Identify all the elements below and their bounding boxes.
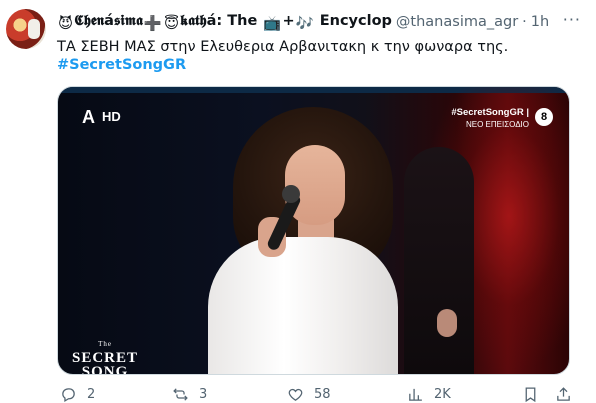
plus-emoji-icon: ➕ bbox=[143, 15, 162, 32]
tweet-card[interactable]: 😈𝕮𝖍𝖊𝖓á𝖘𝖎𝖒𝖆➕ 😇𝖐𝖆𝖙𝖍á: The 📺+🎶 Encyclop @tha… bbox=[0, 0, 596, 403]
display-name-text-2: 𝖐𝖆𝖙𝖍á: The bbox=[180, 12, 258, 29]
devil-emoji-icon: 😈 bbox=[58, 15, 74, 32]
show-logo-the: The bbox=[98, 340, 112, 348]
tweet-header: 😈𝕮𝖍𝖊𝖓á𝖘𝖎𝖒𝖆➕ 😇𝖐𝖆𝖙𝖍á: The 📺+🎶 Encyclop @tha… bbox=[57, 10, 587, 32]
background-person-hand bbox=[437, 309, 457, 337]
views-button[interactable]: 2K bbox=[407, 386, 451, 403]
age-rating-badge: 8 bbox=[535, 108, 553, 126]
display-name-text: 𝕮𝖍𝖊𝖓á𝖘𝖎𝖒𝖆 bbox=[74, 12, 143, 29]
show-logo-line2: SONG bbox=[81, 364, 129, 375]
timestamp[interactable]: 1h bbox=[531, 14, 549, 30]
tweet-text: ΤΑ ΣΕΒΗ ΜΑΣ στην Ελευθερια Αρβανιτακη κ … bbox=[57, 39, 509, 55]
share-icon bbox=[557, 387, 570, 401]
plus-text: + bbox=[282, 12, 295, 29]
bookmark-button[interactable] bbox=[522, 386, 549, 403]
channel-logo: A bbox=[82, 107, 95, 127]
channel-hd-label: HD bbox=[102, 109, 121, 124]
tv-emoji-icon: 📺 bbox=[263, 15, 282, 32]
separator-dot: · bbox=[522, 14, 527, 30]
bookmark-icon bbox=[525, 387, 536, 403]
singer-white-shirt bbox=[208, 237, 398, 374]
tweet-media-image[interactable]: A HD #SecretSongGR | ΝΕΟ ΕΠΕΙΣΟΔΙΟ 8 The… bbox=[57, 86, 570, 375]
tv-hashtag-overlay: #SecretSongGR | ΝΕΟ ΕΠΕΙΣΟΔΙΟ bbox=[451, 107, 529, 131]
tv-hashtag-line: #SecretSongGR | bbox=[451, 107, 529, 118]
hashtag-link[interactable]: #SecretSongGR bbox=[57, 57, 186, 73]
halo-emoji-icon: 😇 bbox=[163, 15, 180, 32]
microphone-head bbox=[282, 185, 300, 203]
show-logo-line1: SECRET bbox=[72, 350, 139, 366]
avatar[interactable] bbox=[6, 9, 46, 49]
background-person bbox=[404, 147, 474, 374]
music-emoji-icon: 🎶 bbox=[295, 15, 314, 32]
reply-count: 2 bbox=[87, 387, 96, 402]
display-name[interactable]: 😈𝕮𝖍𝖊𝖓á𝖘𝖎𝖒𝖆➕ 😇𝖐𝖆𝖙𝖍á: The 📺+🎶 Encyclop bbox=[57, 13, 392, 32]
show-logo: The SECRET SONG bbox=[72, 337, 139, 375]
views-count: 2K bbox=[434, 387, 451, 402]
tv-new-episode-line: ΝΕΟ ΕΠΕΙΣΟΔΙΟ bbox=[465, 120, 529, 129]
retweet-count: 3 bbox=[199, 387, 208, 402]
like-button[interactable]: 58 bbox=[287, 386, 331, 403]
retweet-button[interactable]: 3 bbox=[172, 386, 207, 403]
retweet-icon bbox=[173, 388, 188, 401]
display-name-text-3: Encyclop bbox=[319, 12, 392, 29]
reply-button[interactable]: 2 bbox=[60, 386, 95, 403]
user-handle[interactable]: @thanasima_agr bbox=[396, 14, 518, 30]
heart-icon bbox=[288, 388, 303, 401]
views-icon bbox=[409, 388, 422, 401]
like-count: 58 bbox=[314, 387, 331, 402]
more-options-icon[interactable]: ··· bbox=[563, 10, 581, 29]
tweet-actions-bar: 2 3 58 2K bbox=[57, 386, 577, 403]
share-button[interactable] bbox=[555, 386, 582, 403]
reply-icon bbox=[62, 388, 75, 403]
